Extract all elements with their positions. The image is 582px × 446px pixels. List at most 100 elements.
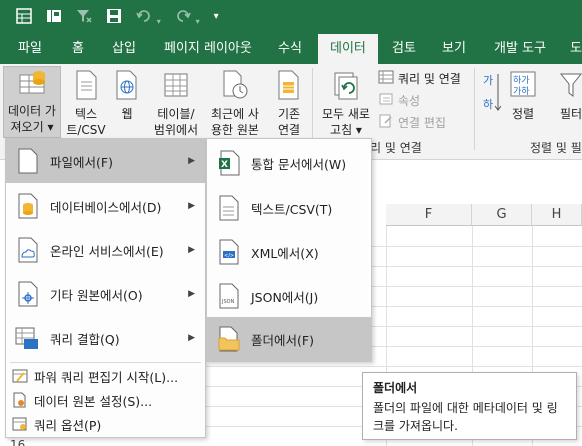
tab-file[interactable]: 파일 [18,34,42,64]
menu-item-label: 파워 쿼리 편집기 시작(L)... [34,369,179,385]
menu-item-label: 통합 문서에서(W) [251,156,347,172]
svg-text:하가: 하가 [513,75,530,86]
web-icon [112,70,142,104]
sort-icon: 하가 가하 [506,70,540,104]
sort-button[interactable]: 하가 가하 정렬 [506,70,540,122]
table-range-icon [150,70,202,104]
properties-label: 속성 [398,94,421,108]
row-header[interactable]: 16 [10,438,38,446]
refresh-all-label: 모두 새로 고침 ▾ [322,107,370,137]
redo-icon[interactable]: ▾ [175,8,200,27]
properties-icon [378,92,394,109]
power-query-icon [6,369,34,383]
properties-button[interactable]: 속성 [378,92,420,109]
existing-connections-label: 기존 연결 [277,107,301,137]
menu-item-query-options[interactable]: 쿼리 옵션(P) [6,413,205,435]
filter-clear-icon[interactable] [76,8,92,27]
chevron-right-icon: ▶ [188,289,195,299]
customize-icon[interactable]: ▾ [214,12,219,22]
queries-group-label: 리 및 연결 [370,141,422,155]
recent-sources-icon [202,70,268,104]
table-icon[interactable] [16,7,32,27]
menu-item-from-other-sources[interactable]: 기타 원본에서(O) ▶ [6,273,205,315]
menu-item-from-json[interactable]: JSON JSON에서(J) [207,275,371,317]
menu-item-launch-power-query[interactable]: 파워 쿼리 편집기 시작(L)... [6,365,205,387]
text-file-icon [64,70,108,104]
tab-data[interactable]: 데이터 [318,34,378,64]
from-file-submenu: X 통합 문서에서(W) 텍스트/CSV(T) </> XML에서(X) JSO… [206,138,372,362]
menu-item-from-xml[interactable]: </> XML에서(X) [207,231,371,273]
queries-connections-icon [378,70,394,87]
svg-text:가: 가 [483,74,493,87]
get-data-menu: 파일에서(F) ▶ 데이터베이스에서(D) ▶ 온라인 서비스에서(E) ▶ 기… [5,138,206,438]
tab-insert[interactable]: 삽입 [112,34,136,64]
database-table-icon [4,67,60,101]
menu-item-label: 온라인 서비스에서(E) [50,243,164,259]
sort-filter-group-label: 정렬 및 필 [530,141,582,155]
menu-item-combine-queries[interactable]: 쿼리 결합(Q) ▶ [6,317,205,359]
menu-item-label: 기타 원본에서(O) [50,287,143,303]
menu-item-from-online-services[interactable]: 온라인 서비스에서(E) ▶ [6,229,205,271]
recent-sources-button[interactable]: 최근에 사 용한 원본 [202,70,268,138]
menu-item-from-file[interactable]: 파일에서(F) ▶ [6,139,205,183]
svg-text:하: 하 [483,97,493,111]
menu-item-data-source-settings[interactable]: 데이터 원본 설정(S)... [6,389,205,411]
tab-formulas[interactable]: 수식 [278,34,302,64]
tab-page-layout[interactable]: 페이지 레이아웃 [164,34,252,64]
menu-item-label: 쿼리 결합(Q) [50,331,120,347]
text-csv-label: 텍스 트/CSV [66,107,106,137]
menu-item-label: 쿼리 옵션(P) [34,417,102,433]
queries-connections-button[interactable]: 쿼리 및 연결 [378,70,461,87]
excel-file-icon: X [207,150,251,176]
svg-text:가하: 가하 [513,86,530,97]
save-icon[interactable] [106,8,122,27]
chevron-right-icon: ▶ [188,333,195,343]
tooltip: 폴더에서 폴더의 파일에 대한 메타데이터 및 링크를 가져옵니다. [362,372,577,440]
tab-home[interactable]: 홈 [72,34,84,64]
get-data-button[interactable]: 데이터 가 져오기 ▾ [3,66,61,138]
from-web-button[interactable]: 웹 [112,70,142,122]
chevron-right-icon: ▶ [188,201,195,211]
edit-links-button[interactable]: 연결 편집 [378,114,446,131]
tooltip-body: 폴더의 파일에 대한 메타데이터 및 링크를 가져옵니다. [373,401,558,433]
menu-item-from-text-csv[interactable]: 텍스트/CSV(T) [207,187,371,229]
tab-review[interactable]: 검토 [392,34,416,64]
combine-query-icon [6,325,50,351]
existing-connections-button[interactable]: 기존 연결 [272,70,306,138]
sort-ascending-button[interactable]: 가하 [480,70,502,120]
edit-links-label: 연결 편집 [398,116,446,130]
menu-item-label: 파일에서(F) [50,154,113,170]
menu-item-from-folder[interactable]: 폴더에서(F) [207,317,371,361]
menu-item-label: XML에서(X) [251,245,319,261]
from-text-csv-button[interactable]: 텍스 트/CSV [64,70,108,138]
save-as-icon[interactable] [46,8,62,27]
tooltip-title: 폴더에서 [373,381,418,395]
menu-item-from-database[interactable]: 데이터베이스에서(D) ▶ [6,185,205,227]
svg-text:JSON: JSON [221,299,235,305]
tab-more[interactable]: 도 [570,34,582,64]
svg-text:X: X [221,160,228,170]
column-header-g[interactable]: G [472,204,532,226]
svg-text:</>: </> [224,253,234,259]
ribbon-separator [474,68,475,150]
existing-connections-icon [272,70,306,104]
recent-sources-label: 최근에 사 용한 원본 [211,107,259,137]
sort-label: 정렬 [511,107,535,121]
column-header-f[interactable]: F [386,204,472,226]
web-label: 웹 [121,107,133,121]
filter-button[interactable]: 필터 [556,70,582,122]
menu-item-label: 폴더에서(F) [251,332,314,348]
from-table-range-button[interactable]: 테이블/ 범위에서 [150,70,202,138]
get-data-label: 데이터 가 져오기 ▾ [8,104,56,134]
undo-icon[interactable]: ▾ [136,8,161,27]
queries-connections-label: 쿼리 및 연결 [398,72,461,86]
menu-item-label: 텍스트/CSV(T) [251,201,333,217]
column-header-h[interactable]: H [532,204,582,226]
tab-view[interactable]: 보기 [442,34,466,64]
chevron-right-icon: ▶ [188,156,195,166]
refresh-all-button[interactable]: 모두 새로 고침 ▾ [316,70,376,138]
chevron-right-icon: ▶ [188,245,195,255]
tab-developer[interactable]: 개발 도구 [494,34,546,64]
json-file-icon: JSON [207,283,251,309]
menu-item-from-workbook[interactable]: X 통합 문서에서(W) [207,141,371,185]
